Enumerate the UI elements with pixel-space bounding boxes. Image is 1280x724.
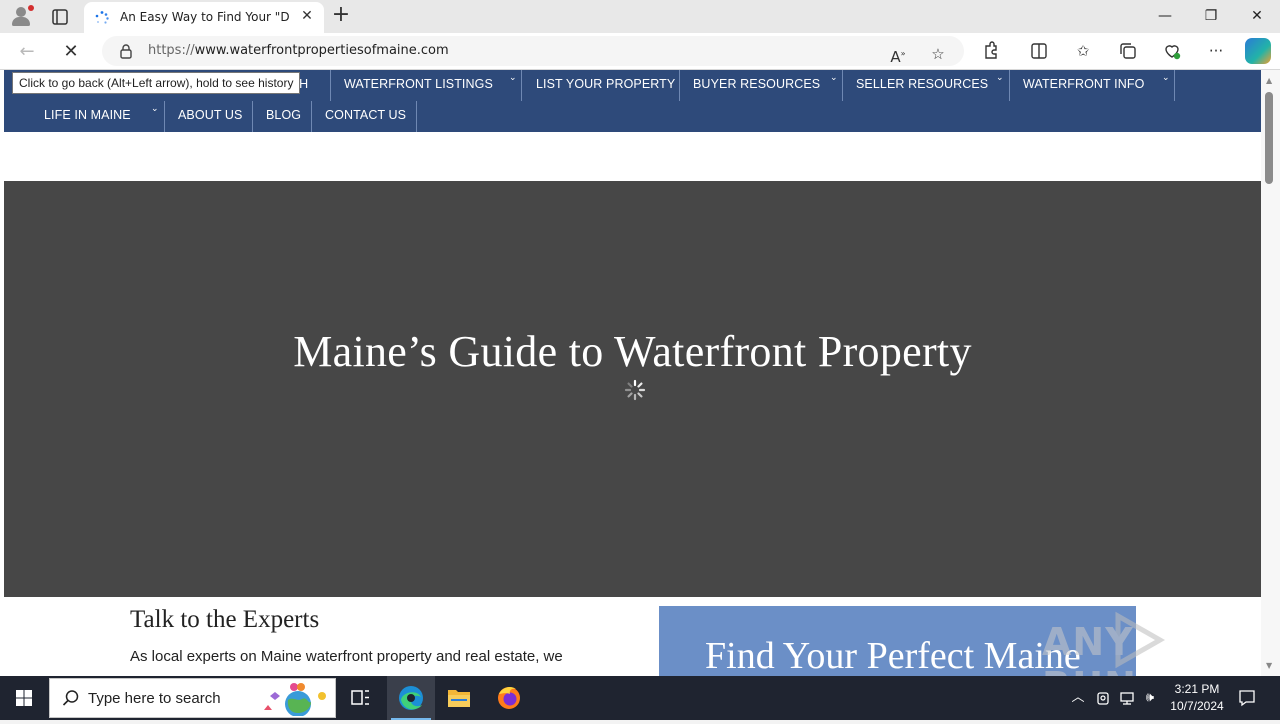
favorite-star-icon[interactable]: ☆	[926, 42, 950, 66]
nav-item-waterfront-info[interactable]: WATERFRONT INFO ⌄	[1010, 70, 1175, 101]
url-text[interactable]: https://www.waterfrontpropertiesofmaine.…	[148, 43, 449, 58]
tab-strip: An Easy Way to Find Your "Dream ✕ + — ❐ …	[0, 0, 1280, 33]
nav-item-list-your-property[interactable]: LIST YOUR PROPERTY	[522, 70, 680, 101]
clock-date: 10/7/2024	[1170, 699, 1224, 713]
back-button-tooltip: Click to go back (Alt+Left arrow), hold …	[12, 72, 301, 94]
scroll-thumb[interactable]	[1265, 92, 1273, 184]
new-tab-button[interactable]: +	[330, 4, 352, 26]
lock-icon[interactable]	[118, 43, 134, 59]
back-icon[interactable]: ←	[14, 39, 40, 65]
chevron-down-icon[interactable]: ⌄	[509, 72, 519, 82]
search-icon	[62, 689, 80, 707]
tab-actions-icon[interactable]	[48, 6, 72, 28]
nav-item-contact-us[interactable]: CONTACT US	[312, 101, 417, 132]
chevron-down-icon[interactable]: ⌄	[1162, 72, 1172, 82]
favorites-icon[interactable]: ✩	[1071, 39, 1095, 63]
tab-title: An Easy Way to Find Your "Dream	[120, 10, 290, 24]
file-explorer-icon[interactable]	[435, 676, 483, 720]
watermark-text: ANY RUN	[1042, 620, 1136, 676]
scroll-up-icon[interactable]: ▲	[1266, 76, 1272, 85]
windows-start-icon[interactable]	[0, 676, 48, 720]
active-tab[interactable]: An Easy Way to Find Your "Dream ✕	[84, 2, 324, 33]
taskbar-search-box[interactable]: Type here to search	[49, 678, 336, 718]
more-icon[interactable]: ···	[1204, 39, 1228, 63]
read-aloud-icon[interactable]: A»	[886, 42, 910, 66]
chevron-down-icon[interactable]: ⌄	[151, 103, 161, 113]
notification-icon[interactable]	[1237, 688, 1257, 708]
web-viewport: CH WATERFRONT LISTINGS⌄ LIST YOUR PROPER…	[0, 70, 1280, 676]
experts-heading: Talk to the Experts	[130, 606, 320, 633]
collections-icon[interactable]	[1116, 39, 1140, 63]
page-scrollbar[interactable]: ▲ ▼	[1261, 70, 1280, 676]
address-bar[interactable]: https://www.waterfrontpropertiesofmaine.…	[102, 36, 964, 66]
taskbar-clock[interactable]: 3:21 PM 10/7/2024	[1160, 681, 1234, 715]
nav-item-life-in-maine[interactable]: LIFE IN MAINE ⌄	[4, 101, 165, 132]
experts-paragraph: As local experts on Maine waterfront pro…	[130, 648, 563, 665]
network-icon[interactable]	[1117, 688, 1137, 708]
firefox-icon[interactable]	[485, 676, 533, 720]
site-navigation: CH WATERFRONT LISTINGS⌄ LIST YOUR PROPER…	[4, 70, 1261, 132]
edge-icon[interactable]	[387, 676, 435, 720]
find-property-heading: Find Your Perfect Maine	[705, 635, 1081, 676]
close-window-icon[interactable]: ✕	[1234, 0, 1280, 32]
nav-item-blog[interactable]: BLOG	[253, 101, 312, 132]
split-screen-icon[interactable]	[1027, 39, 1051, 63]
chevron-down-icon[interactable]: ⌄	[996, 72, 1006, 82]
loading-favicon	[94, 10, 110, 26]
profile-icon[interactable]	[8, 4, 34, 28]
nav-item-about-us[interactable]: ABOUT US	[165, 101, 253, 132]
web-page: CH WATERFRONT LISTINGS⌄ LIST YOUR PROPER…	[4, 70, 1261, 676]
show-hidden-icons-icon[interactable]: ︿	[1070, 688, 1086, 708]
meet-now-icon[interactable]	[1094, 688, 1112, 708]
anyrun-watermark: ANY RUN	[1042, 610, 1242, 676]
clock-time: 3:21 PM	[1174, 682, 1220, 696]
hero-section: Maine’s Guide to Waterfront Property	[4, 181, 1261, 597]
nav-item-seller-resources[interactable]: SELLER RESOURCES ⌄	[843, 70, 1010, 101]
browser-essentials-icon[interactable]	[1160, 39, 1184, 63]
nav-item-waterfront-listings[interactable]: WATERFRONT LISTINGS ⌄	[331, 70, 522, 101]
volume-icon[interactable]: 🕪	[1140, 688, 1160, 708]
close-tab-icon[interactable]: ✕	[300, 9, 314, 23]
task-view-icon[interactable]	[336, 676, 384, 720]
nav-item-buyer-resources[interactable]: BUYER RESOURCES ⌄	[680, 70, 843, 101]
loading-spinner-icon	[624, 379, 646, 401]
browser-toolbar: ← ✕ https://www.waterfrontpropertiesofma…	[0, 33, 1280, 70]
minimize-icon[interactable]: —	[1142, 0, 1188, 32]
search-highlight-icon	[260, 682, 332, 717]
hero-heading: Maine’s Guide to Waterfront Property	[293, 327, 972, 376]
windows-taskbar: Type here to search ︿ 🕪 3:21 PM 10/7/202…	[0, 676, 1280, 720]
chevron-down-icon[interactable]: ⌄	[830, 72, 840, 82]
scroll-down-icon[interactable]: ▼	[1266, 661, 1272, 670]
restore-icon[interactable]: ❐	[1188, 0, 1234, 32]
extensions-icon[interactable]	[979, 39, 1003, 63]
search-placeholder: Type here to search	[88, 690, 221, 707]
stop-loading-icon[interactable]: ✕	[58, 39, 84, 65]
copilot-icon[interactable]	[1245, 38, 1271, 64]
